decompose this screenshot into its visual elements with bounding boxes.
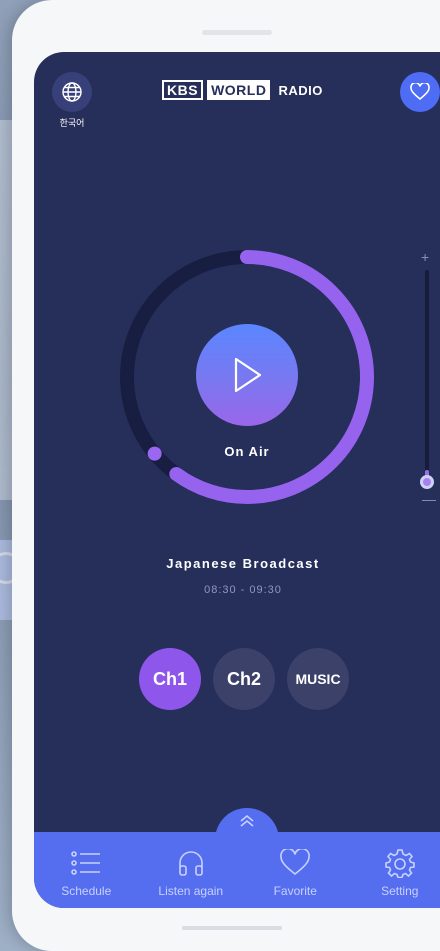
chevron-up-icon: [240, 814, 254, 827]
heart-icon: [278, 846, 312, 880]
nav-favorite-label: Favorite: [273, 884, 317, 898]
phone-frame: 한국어 KBS WORLD RADIO On Air + — Japanese …: [12, 0, 440, 951]
program-title: Japanese Broadcast: [166, 556, 320, 571]
gear-icon: [383, 846, 417, 880]
play-button[interactable]: [196, 324, 298, 426]
language-label: 한국어: [59, 118, 85, 128]
favorite-top-button[interactable]: [400, 72, 440, 112]
channel-music-button[interactable]: MUSIC: [287, 648, 349, 710]
progress-ring-start-dot: [147, 446, 162, 461]
nav-schedule[interactable]: Schedule: [34, 832, 139, 908]
home-indicator: [182, 926, 282, 930]
nav-favorite[interactable]: Favorite: [243, 832, 348, 908]
phone-speaker: [202, 30, 272, 35]
headphones-icon: [174, 846, 208, 880]
volume-minus-label: —: [422, 491, 436, 507]
app-screen: 한국어 KBS WORLD RADIO On Air + — Japanese …: [34, 52, 440, 908]
nav-setting-label: Setting: [381, 884, 419, 898]
kbs-world-radio-logo: KBS WORLD RADIO: [162, 80, 323, 100]
volume-plus-label: +: [421, 249, 430, 265]
logo-world: WORLD: [207, 80, 271, 100]
logo-radio: RADIO: [278, 82, 323, 98]
heart-icon: [410, 83, 430, 101]
program-time: 08:30 - 09:30: [204, 584, 282, 596]
nav-setting[interactable]: Setting: [348, 832, 440, 908]
volume-slider-track[interactable]: [425, 270, 429, 480]
nav-schedule-label: Schedule: [61, 884, 112, 898]
list-icon: [69, 846, 103, 880]
channel-selector: Ch1 Ch2 MUSIC: [139, 648, 349, 710]
channel-ch1-button[interactable]: Ch1: [139, 648, 201, 710]
logo-kbs: KBS: [162, 80, 204, 100]
volume-slider-thumb[interactable]: [420, 475, 434, 489]
bottom-navigation: Schedule Listen again Favorite Setting: [34, 832, 440, 908]
language-button[interactable]: [52, 72, 92, 112]
globe-icon: [62, 82, 82, 102]
nav-listen-again[interactable]: Listen again: [139, 832, 244, 908]
nav-listen-again-label: Listen again: [158, 884, 224, 898]
channel-ch2-button[interactable]: Ch2: [213, 648, 275, 710]
on-air-status: On Air: [224, 444, 270, 459]
play-icon: [234, 357, 262, 393]
